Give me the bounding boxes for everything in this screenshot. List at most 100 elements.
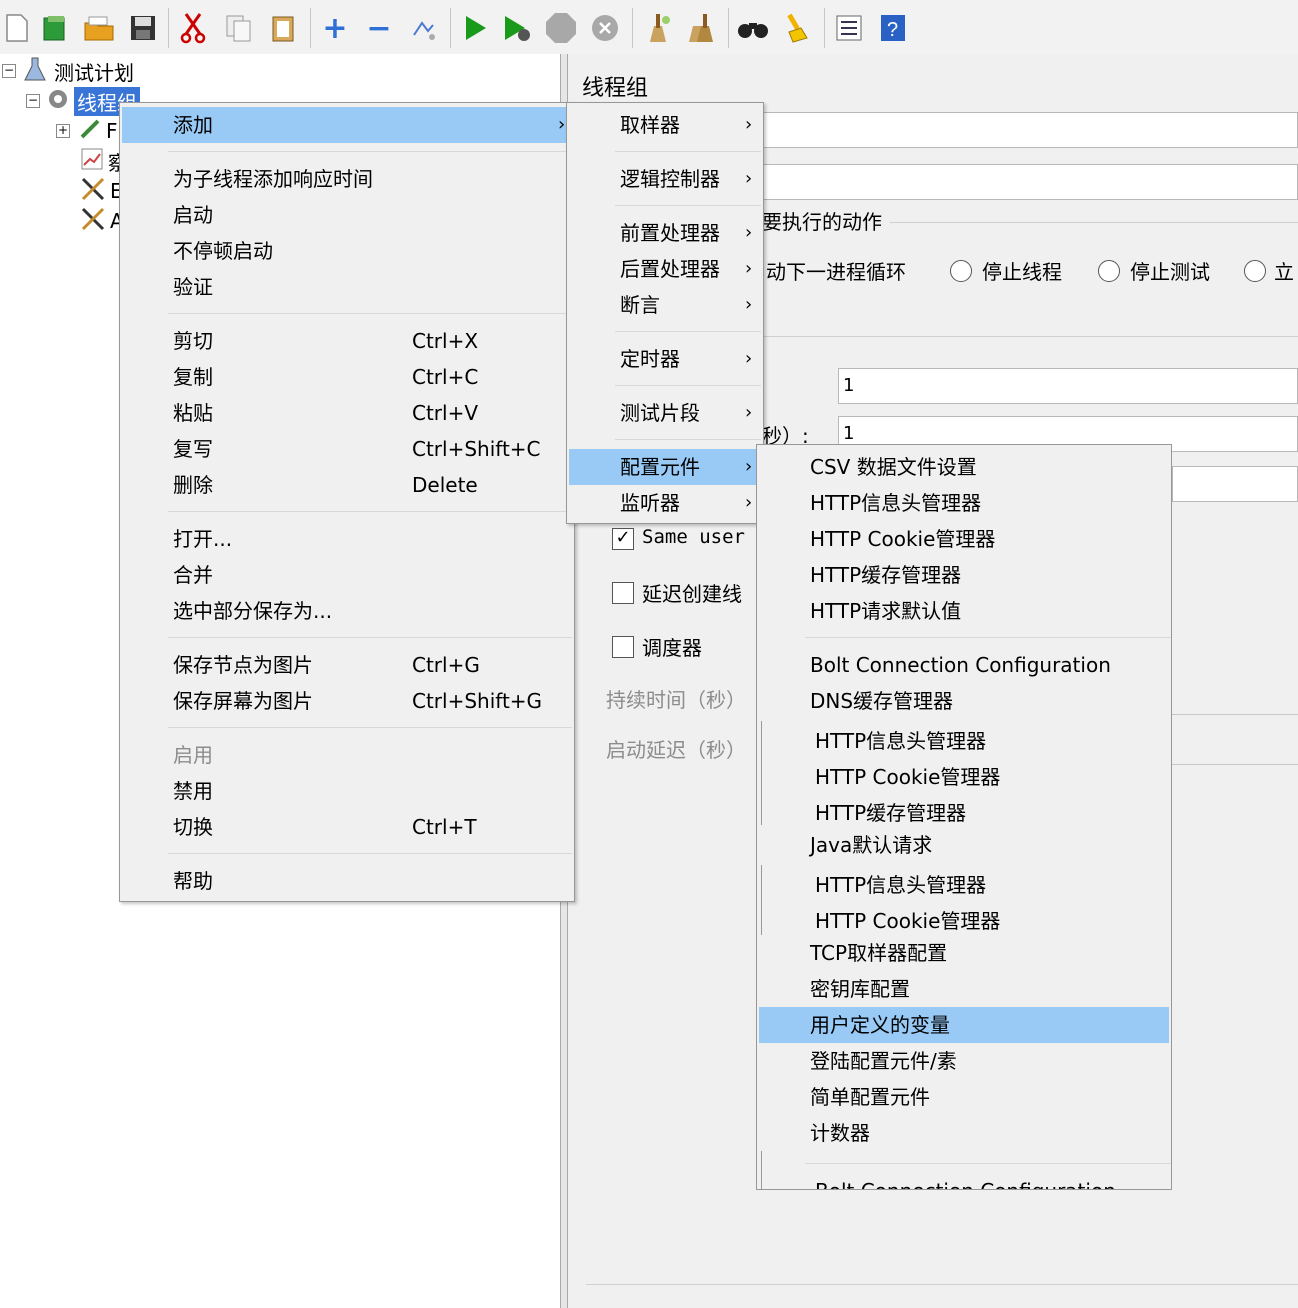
collapse-icon[interactable]: − [362, 10, 396, 46]
toolbar: + − ? [0, 0, 1298, 55]
menu-item-start[interactable]: 启动 [122, 197, 572, 233]
chevron-right-icon: › [745, 168, 753, 189]
threads-field[interactable]: 1 [838, 368, 1298, 404]
menu-item-open[interactable]: 打开... [122, 521, 572, 557]
chevron-right-icon: › [745, 258, 753, 279]
config-item[interactable]: DNS缓存管理器 [759, 683, 1169, 719]
delay-create-checkbox[interactable] [612, 582, 634, 604]
config-item[interactable]: 计数器 [759, 1115, 1169, 1151]
config-item[interactable]: 简单配置元件 [759, 1079, 1169, 1115]
config-item[interactable]: TCP取样器配置 [759, 935, 1169, 971]
menu-item-toggle[interactable]: 切换 Ctrl+T [122, 809, 572, 845]
config-item[interactable]: HTTP信息头管理器 [759, 485, 1169, 521]
loop-count-field[interactable] [1172, 466, 1298, 502]
help-icon[interactable]: ? [876, 10, 910, 46]
config-item[interactable]: HTTP信息头管理器 [759, 723, 1169, 759]
tree-item-test-plan[interactable]: − 测试计划 [0, 56, 134, 86]
open-icon[interactable] [82, 10, 116, 46]
template-icon[interactable] [38, 10, 72, 46]
config-item[interactable]: HTTP Cookie管理器 [759, 521, 1169, 557]
submenu-item-test-fragment[interactable]: 测试片段 › [569, 395, 761, 431]
menu-item-save-node-image[interactable]: 保存节点为图片 Ctrl+G [122, 647, 572, 683]
save-icon[interactable] [126, 10, 160, 46]
menu-item-disable[interactable]: 禁用 [122, 773, 572, 809]
chevron-right-icon: › [745, 348, 753, 369]
menu-item-paste[interactable]: 粘贴 Ctrl+V [122, 395, 572, 431]
submenu-item-logic-controller[interactable]: 逻辑控制器 › [569, 161, 761, 197]
menu-item-delete[interactable]: 删除 Delete [122, 467, 572, 503]
cut-icon[interactable] [176, 10, 210, 46]
expand-icon[interactable]: + [318, 10, 352, 46]
add-submenu: 取样器 › 逻辑控制器 › 前置处理器 › 后置处理器 › 断言 › 定时器 › 测试片段 ›… [566, 102, 764, 524]
start-no-pause-icon[interactable] [500, 10, 534, 46]
menu-item-enable: 启用 [173, 743, 213, 767]
menu-item-add-response-time[interactable]: 为子线程添加响应时间 [122, 161, 572, 197]
expand-toggle-icon[interactable]: + [56, 124, 70, 138]
submenu-item-sampler[interactable]: 取样器 › [569, 107, 761, 143]
menu-item-validate[interactable]: 验证 [122, 269, 572, 305]
shutdown-icon[interactable] [588, 10, 622, 46]
submenu-item-assertion[interactable]: 断言 › [569, 287, 761, 323]
menu-item-help[interactable]: 帮助 [122, 863, 572, 899]
clear-all-icon[interactable] [684, 10, 718, 46]
tree-item-child[interactable]: + F [56, 116, 118, 146]
config-item[interactable]: HTTP Cookie管理器 [759, 903, 1169, 939]
panel-title: 线程组 [582, 76, 649, 101]
svg-text:?: ? [887, 19, 898, 41]
menu-item-duplicate[interactable]: 复写 Ctrl+Shift+C [122, 431, 572, 467]
duration-label: 持续时间（秒） [606, 688, 746, 712]
config-item[interactable]: Java默认请求 [759, 827, 1169, 863]
menu-item-save-screen-image[interactable]: 保存屏幕为图片 Ctrl+Shift+G [122, 683, 572, 719]
clear-icon[interactable] [640, 10, 674, 46]
error-action-label: 要执行的动作 [762, 210, 882, 234]
config-item-user-defined-variables[interactable]: 用户定义的变量 [759, 1007, 1169, 1043]
tools-icon [80, 206, 106, 237]
config-item[interactable]: 密钥库配置 [759, 971, 1169, 1007]
submenu-item-timer[interactable]: 定时器 › [569, 341, 761, 377]
toggle-icon[interactable] [406, 10, 440, 46]
same-user-checkbox[interactable]: ✓ [612, 528, 634, 550]
collapse-toggle-icon[interactable]: − [2, 64, 16, 78]
collapse-toggle-icon[interactable]: − [26, 94, 40, 108]
function-helper-icon[interactable] [832, 10, 866, 46]
search-icon[interactable] [736, 10, 770, 46]
paste-icon[interactable] [266, 10, 300, 46]
startup-delay-label: 启动延迟（秒） [606, 738, 746, 762]
menu-item-cut[interactable]: 剪切 Ctrl+X [122, 323, 572, 359]
comments-field[interactable] [758, 164, 1298, 200]
menu-item-save-selection[interactable]: 选中部分保存为... [122, 593, 572, 629]
menu-item-merge[interactable]: 合并 [122, 557, 572, 593]
config-item[interactable]: HTTP信息头管理器 [759, 867, 1169, 903]
stop-icon[interactable] [544, 10, 578, 46]
config-item[interactable]: HTTP请求默认值 [759, 593, 1169, 629]
config-item[interactable]: HTTP Cookie管理器 [759, 759, 1169, 795]
chevron-right-icon: › [745, 492, 753, 513]
radio-stop-thread[interactable] [950, 260, 972, 282]
config-item[interactable]: 登陆配置元件/素 [759, 1043, 1169, 1079]
menu-item-add[interactable]: 添加 › [122, 107, 572, 143]
submenu-item-listener[interactable]: 监听器 › [569, 485, 761, 521]
radio-stop-now[interactable] [1244, 260, 1266, 282]
reset-search-icon[interactable] [780, 10, 814, 46]
tree-item-child[interactable]: E [80, 176, 123, 206]
chevron-right-icon: › [745, 402, 753, 423]
submenu-item-post-processor[interactable]: 后置处理器 › [569, 251, 761, 287]
submenu-item-pre-processor[interactable]: 前置处理器 › [569, 215, 761, 251]
start-icon[interactable] [458, 10, 492, 46]
submenu-item-config-element[interactable]: 配置元件 › [569, 449, 761, 485]
scheduler-checkbox[interactable] [612, 636, 634, 658]
menu-item-start-no-pause[interactable]: 不停顿启动 [122, 233, 572, 269]
menu-item-copy[interactable]: 复制 Ctrl+C [122, 359, 572, 395]
config-item[interactable]: CSV 数据文件设置 [759, 449, 1169, 485]
new-file-icon[interactable] [0, 10, 34, 46]
config-item[interactable]: HTTP缓存管理器 [759, 557, 1169, 593]
context-menu: 添加 › 为子线程添加响应时间 启动 不停顿启动 验证 剪切 Ctrl+X 复制 C… [119, 102, 575, 902]
tree-item-child[interactable]: A [80, 206, 124, 236]
radio-stop-test[interactable] [1098, 260, 1120, 282]
radio-stop-test-label: 停止测试 [1130, 260, 1210, 284]
copy-icon[interactable] [222, 10, 256, 46]
config-item[interactable]: Bolt Connection Configuration [759, 1173, 1169, 1189]
config-item[interactable]: Bolt Connection Configuration [759, 647, 1169, 683]
config-item[interactable]: HTTP缓存管理器 [759, 795, 1169, 831]
name-field[interactable] [758, 112, 1298, 148]
